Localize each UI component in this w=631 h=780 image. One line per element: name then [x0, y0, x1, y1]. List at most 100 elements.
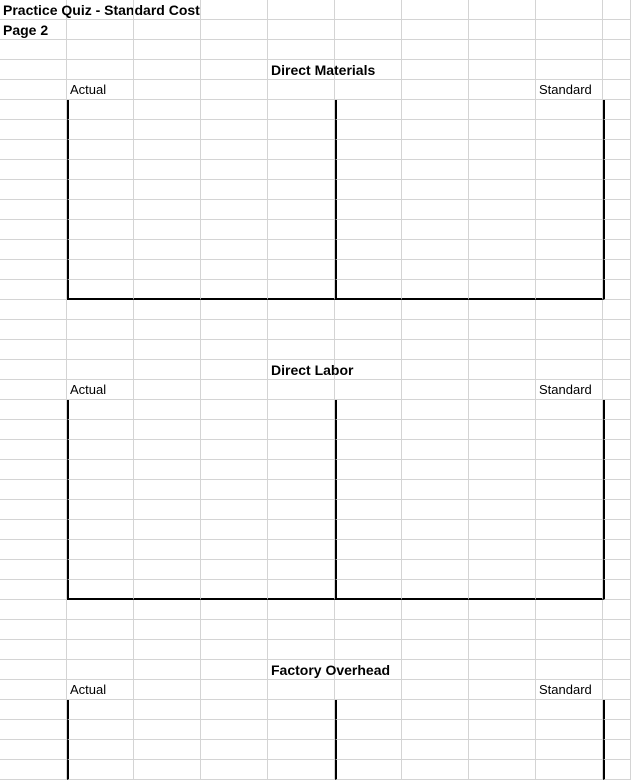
- cell: [268, 460, 335, 480]
- cell: [536, 260, 603, 280]
- cell: [134, 100, 201, 120]
- cell: [134, 440, 201, 460]
- cell: [469, 760, 536, 780]
- cell: [402, 300, 469, 320]
- cell: [335, 220, 402, 240]
- cell: [0, 320, 67, 340]
- cell: [469, 340, 536, 360]
- cell: [0, 140, 67, 160]
- cell: [67, 660, 134, 680]
- cell: [67, 60, 134, 80]
- cell: [67, 260, 134, 280]
- cell: [268, 300, 335, 320]
- cell: [201, 220, 268, 240]
- cell: [335, 500, 402, 520]
- cell: [134, 580, 201, 600]
- cell: [603, 280, 631, 300]
- cell: [603, 360, 631, 380]
- section-header-labor: Direct Labor: [268, 360, 335, 380]
- cell: [536, 760, 603, 780]
- cell: [201, 60, 268, 80]
- cell: [402, 760, 469, 780]
- cell: [0, 720, 67, 740]
- cell: [402, 580, 469, 600]
- cell: [134, 120, 201, 140]
- cell: [335, 660, 402, 680]
- cell: [67, 300, 134, 320]
- cell: [603, 500, 631, 520]
- cell: [0, 440, 67, 460]
- cell: [134, 180, 201, 200]
- cell: [335, 240, 402, 260]
- cell: [469, 200, 536, 220]
- cell: [268, 580, 335, 600]
- cell: [469, 0, 536, 20]
- cell: [469, 240, 536, 260]
- cell: [134, 760, 201, 780]
- cell: [402, 260, 469, 280]
- cell: [268, 700, 335, 720]
- cell: [268, 620, 335, 640]
- cell: [402, 440, 469, 460]
- cell: [134, 420, 201, 440]
- cell: [603, 480, 631, 500]
- cell: [469, 180, 536, 200]
- cell: [67, 580, 134, 600]
- cell: [201, 440, 268, 460]
- cell: [268, 400, 335, 420]
- cell: [536, 720, 603, 740]
- cell: [201, 240, 268, 260]
- cell: [603, 40, 631, 60]
- cell: [402, 700, 469, 720]
- cell: [536, 520, 603, 540]
- cell: [201, 120, 268, 140]
- cell: [335, 280, 402, 300]
- cell: [134, 680, 201, 700]
- cell: [603, 400, 631, 420]
- cell: [402, 500, 469, 520]
- cell: [67, 460, 134, 480]
- cell: [67, 0, 134, 20]
- cell: [134, 540, 201, 560]
- cell: [469, 560, 536, 580]
- cell: [335, 0, 402, 20]
- cell: [536, 300, 603, 320]
- cell: [67, 480, 134, 500]
- cell: [0, 100, 67, 120]
- cell: [201, 700, 268, 720]
- cell: [0, 60, 67, 80]
- cell: [134, 640, 201, 660]
- cell: [67, 240, 134, 260]
- cell: [402, 720, 469, 740]
- cell: [67, 520, 134, 540]
- cell: [201, 680, 268, 700]
- page-number: Page 2: [0, 20, 67, 40]
- cell: [402, 380, 469, 400]
- cell: [0, 240, 67, 260]
- cell: [603, 60, 631, 80]
- cell: [603, 560, 631, 580]
- cell: [402, 240, 469, 260]
- cell: [536, 140, 603, 160]
- cell: [335, 460, 402, 480]
- cell: [0, 220, 67, 240]
- cell: [201, 100, 268, 120]
- cell: [201, 580, 268, 600]
- cell: [268, 0, 335, 20]
- cell: [603, 540, 631, 560]
- cell: [67, 20, 134, 40]
- cell: [469, 500, 536, 520]
- cell: [134, 280, 201, 300]
- cell: [67, 720, 134, 740]
- cell: [134, 220, 201, 240]
- cell: [402, 280, 469, 300]
- cell: [268, 340, 335, 360]
- cell: [201, 660, 268, 680]
- cell: [201, 180, 268, 200]
- labor-standard-label: Standard: [536, 380, 603, 400]
- cell: [201, 640, 268, 660]
- cell: [134, 400, 201, 420]
- cell: [335, 320, 402, 340]
- cell: [201, 460, 268, 480]
- cell: [335, 40, 402, 60]
